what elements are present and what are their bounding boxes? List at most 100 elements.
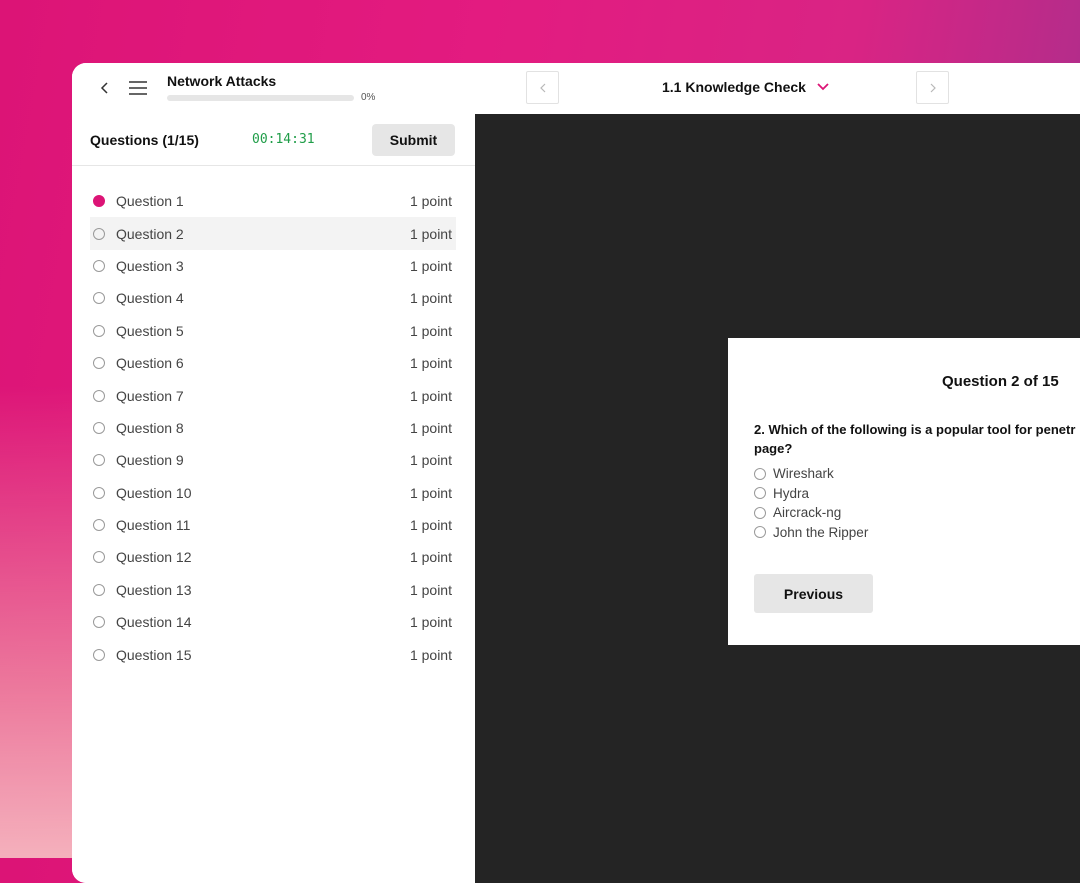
answer-options: Wireshark Hydra Aircrack-ng John the Ripper xyxy=(754,464,868,542)
answer-option[interactable]: Aircrack-ng xyxy=(754,503,868,523)
question-status-radio xyxy=(93,259,105,272)
section-selector[interactable]: 1.1 Knowledge Check xyxy=(662,79,830,95)
question-label: Question 7 xyxy=(116,387,184,404)
chevron-right-icon xyxy=(930,83,936,92)
top-bar: Network Attacks 0% 1.1 Knowledge Check xyxy=(72,63,1080,115)
question-label: Question 8 xyxy=(116,419,184,436)
answer-label: Wireshark xyxy=(773,466,834,482)
question-label: Question 15 xyxy=(116,646,192,663)
answer-label: John the Ripper xyxy=(773,524,869,540)
question-status-radio xyxy=(93,648,105,661)
question-points: 1 point xyxy=(409,257,452,274)
question-list: Question 11 point Question 21 point Questi… xyxy=(90,185,456,671)
course-progress-bar xyxy=(167,95,354,101)
question-label: Question 10 xyxy=(116,484,192,501)
question-status-radio xyxy=(93,389,105,402)
question-points: 1 point xyxy=(409,484,452,501)
question-status-radio xyxy=(93,357,105,370)
hamburger-icon xyxy=(129,81,147,95)
question-label: Question 3 xyxy=(116,257,184,274)
question-list-item[interactable]: Question 2 1 point xyxy=(90,217,456,250)
question-points: 1 point xyxy=(409,452,452,469)
question-list-item[interactable]: Question 15 1 point xyxy=(90,638,456,670)
answer-radio[interactable] xyxy=(754,467,766,480)
question-card-title: Question 2 of 15 xyxy=(942,373,1059,390)
question-label: Question 11 xyxy=(116,517,191,534)
question-list-item[interactable]: Question 1 1 point xyxy=(90,185,456,217)
course-title: Network Attacks xyxy=(167,73,277,89)
question-status-radio xyxy=(93,421,105,434)
question-status-radio xyxy=(93,195,105,208)
question-points: 1 point xyxy=(409,614,452,631)
question-label: Question 2 xyxy=(116,225,184,242)
back-button[interactable] xyxy=(94,77,116,99)
menu-button[interactable] xyxy=(127,77,149,99)
question-list-item[interactable]: Question 10 1 point xyxy=(90,477,456,509)
question-label: Question 5 xyxy=(116,322,184,339)
question-points: 1 point xyxy=(409,290,452,307)
sidebar-header: Questions (1/15) 00:14:31 Submit xyxy=(72,114,475,166)
question-list-item[interactable]: Question 11 1 point xyxy=(90,509,456,541)
previous-button[interactable]: Previous xyxy=(754,574,873,613)
question-status-radio xyxy=(93,583,105,596)
submit-button[interactable]: Submit xyxy=(372,124,455,156)
answer-radio[interactable] xyxy=(754,506,766,519)
previous-section-button[interactable] xyxy=(526,71,559,104)
question-label: Question 14 xyxy=(116,614,192,631)
question-label: Question 4 xyxy=(116,290,184,307)
answer-option[interactable]: Wireshark xyxy=(754,464,868,484)
chevron-down-icon xyxy=(817,83,829,91)
question-status-radio xyxy=(93,324,105,337)
question-status-radio xyxy=(93,551,105,564)
question-list-item[interactable]: Question 13 1 point xyxy=(90,574,456,606)
question-list-item[interactable]: Question 5 1 point xyxy=(90,315,456,347)
question-label: Question 1 xyxy=(116,193,184,210)
question-card: Question 2 of 15 2. Which of the followi… xyxy=(728,338,1080,645)
questions-sidebar: Questions (1/15) 00:14:31 Submit Questio… xyxy=(72,114,476,883)
answer-label: Hydra xyxy=(773,485,810,501)
question-list-item[interactable]: Question 3 1 point xyxy=(90,250,456,282)
app-window: Network Attacks 0% 1.1 Knowledge Check Q… xyxy=(72,63,1080,883)
question-status-radio xyxy=(93,616,105,629)
answer-radio[interactable] xyxy=(754,487,766,500)
question-list-item[interactable]: Question 6 1 point xyxy=(90,347,456,379)
question-text: 2. Which of the following is a popular t… xyxy=(754,422,1076,456)
question-list-item[interactable]: Question 4 1 point xyxy=(90,282,456,314)
quiz-timer: 00:14:31 xyxy=(252,132,315,147)
question-list-item[interactable]: Question 9 1 point xyxy=(90,444,456,476)
question-list-item[interactable]: Question 14 1 point xyxy=(90,606,456,638)
progress-label: 0% xyxy=(361,92,376,103)
question-list-item[interactable]: Question 7 1 point xyxy=(90,379,456,411)
question-label: Question 9 xyxy=(116,452,184,469)
question-label: Question 13 xyxy=(116,581,192,598)
question-list-item[interactable]: Question 8 1 point xyxy=(90,412,456,444)
question-count: Questions (1/15) xyxy=(90,132,199,148)
question-status-radio xyxy=(93,454,105,467)
question-label: Question 12 xyxy=(116,549,192,566)
question-points: 1 point xyxy=(409,387,452,404)
question-status-radio xyxy=(93,227,105,240)
question-points: 1 point xyxy=(409,517,452,534)
answer-option[interactable]: John the Ripper xyxy=(754,523,868,543)
question-points: 1 point xyxy=(409,193,452,210)
question-points: 1 point xyxy=(409,225,452,242)
answer-radio[interactable] xyxy=(754,526,766,539)
answer-label: Aircrack-ng xyxy=(773,505,842,521)
section-title: 1.1 Knowledge Check xyxy=(662,79,806,95)
question-points: 1 point xyxy=(409,549,452,566)
chevron-left-icon xyxy=(100,82,108,94)
answer-option[interactable]: Hydra xyxy=(754,484,868,504)
question-points: 1 point xyxy=(409,355,452,372)
question-viewer: Question 2 of 15 2. Which of the followi… xyxy=(475,114,1080,883)
question-points: 1 point xyxy=(409,419,452,436)
question-list-item[interactable]: Question 12 1 point xyxy=(90,541,456,573)
chevron-left-icon xyxy=(539,83,545,92)
question-status-radio xyxy=(93,292,105,305)
question-status-radio xyxy=(93,519,105,532)
next-section-button[interactable] xyxy=(916,71,949,104)
question-label: Question 6 xyxy=(116,355,184,372)
question-points: 1 point xyxy=(409,581,452,598)
question-points: 1 point xyxy=(409,646,452,663)
question-points: 1 point xyxy=(409,322,452,339)
question-status-radio xyxy=(93,486,105,499)
